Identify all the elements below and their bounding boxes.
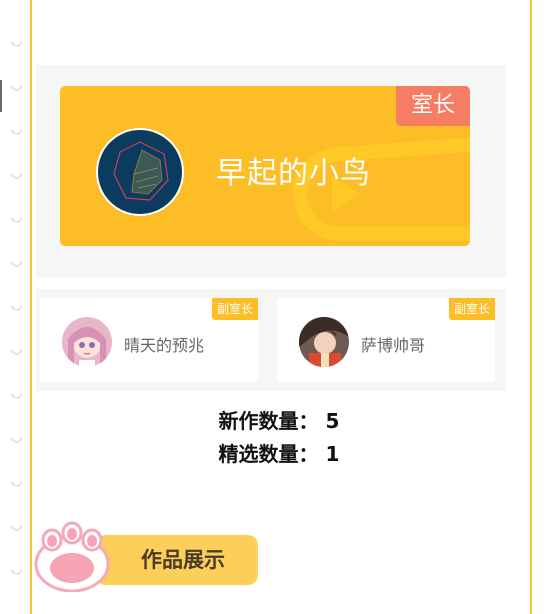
spiral-hole: [8, 561, 25, 578]
vice-owner-card[interactable]: 副室长 晴天的预兆: [40, 298, 258, 382]
vice-owner-name: 晴天的预兆: [124, 336, 205, 355]
spiral-hole: [8, 121, 25, 138]
spiral-hole: [8, 473, 25, 490]
owner-role-badge: 室长: [396, 86, 470, 126]
spiral-hole: [8, 33, 25, 50]
vice-owner-card[interactable]: 副室长 萨博帅哥: [277, 298, 495, 382]
spiral-hole: [8, 209, 25, 226]
owner-avatar[interactable]: [96, 128, 184, 216]
anime-boy-avatar-image: [299, 317, 349, 367]
anime-girl-avatar-image: [62, 317, 112, 367]
owner-card[interactable]: 早起的小鸟 室长: [60, 86, 470, 246]
owner-name: 早起的小鸟: [216, 156, 371, 191]
spiral-hole: [8, 165, 25, 182]
spiral-hole: [8, 297, 25, 314]
featured-works-count: 精选数量： 1: [218, 442, 340, 466]
spiral-hole: [8, 517, 25, 534]
vice-owner-avatar[interactable]: [299, 317, 349, 367]
vice-role-badge: 副室长: [211, 298, 258, 320]
vice-role-badge: 副室长: [448, 298, 495, 320]
spiral-hole: [8, 341, 25, 358]
owner-avatar-image: [113, 141, 169, 201]
edge-marker: [0, 80, 6, 112]
works-showcase-label: 作品展示: [141, 548, 225, 572]
vice-owner-name: 萨博帅哥: [361, 336, 426, 355]
spiral-hole: [8, 253, 25, 270]
vice-owner-avatar[interactable]: [62, 317, 112, 367]
spiral-hole: [8, 77, 25, 94]
spiral-hole: [8, 385, 25, 402]
works-showcase-button[interactable]: 作品展示: [96, 535, 258, 585]
paw-icon: [34, 521, 110, 592]
new-works-count: 新作数量： 5: [218, 409, 340, 433]
